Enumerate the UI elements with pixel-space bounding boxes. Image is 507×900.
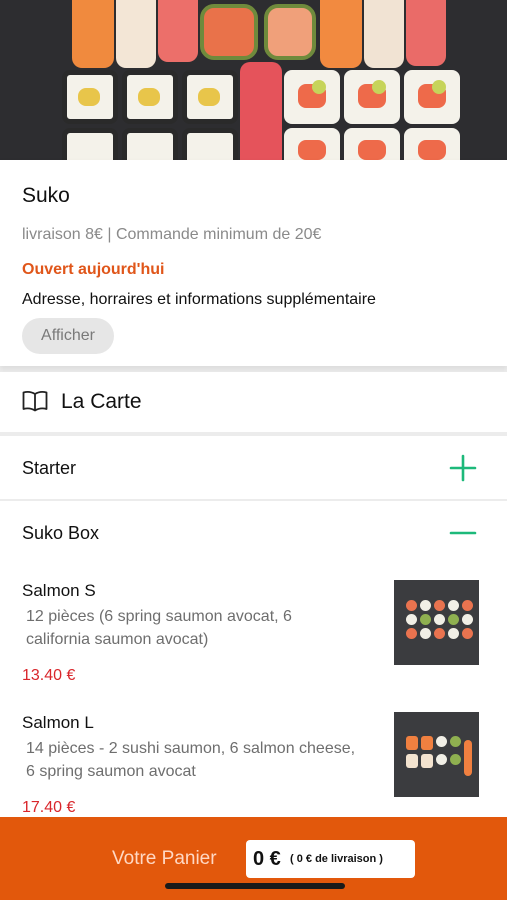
cart-label: Votre Panier — [112, 848, 217, 869]
show-info-button[interactable]: Afficher — [22, 318, 114, 354]
menu-header: La Carte — [0, 372, 507, 432]
cart-amount: 0 € — [253, 848, 281, 870]
product-item-salmon-l[interactable]: Salmon L 14 pièces - 2 sushi saumon, 6 s… — [0, 712, 507, 817]
product-description: 12 pièces (6 spring saumon avocat, 6 cal… — [26, 608, 292, 648]
product-description: 14 pièces - 2 sushi saumon, 6 salmon che… — [26, 740, 356, 780]
product-list: Salmon S 12 pièces (6 spring saumon avoc… — [0, 564, 507, 817]
cart-delivery-fee: ( 0 € de livraison ) — [290, 853, 383, 865]
product-name: Salmon L — [22, 713, 94, 732]
cart-total-box[interactable]: 0 € ( 0 € de livraison ) — [246, 840, 415, 878]
home-indicator[interactable] — [165, 883, 345, 889]
plus-icon[interactable] — [449, 454, 477, 482]
restaurant-name: Suko — [22, 184, 70, 207]
category-label: Suko Box — [22, 523, 100, 543]
product-image[interactable] — [394, 712, 479, 797]
product-item-salmon-s[interactable]: Salmon S 12 pièces (6 spring saumon avoc… — [0, 580, 507, 711]
category-label: Starter — [22, 458, 77, 478]
product-image[interactable] — [394, 580, 479, 665]
product-price: 17.40 € — [22, 799, 76, 816]
product-price: 13.40 € — [22, 667, 76, 684]
menu-header-label: La Carte — [61, 390, 142, 413]
minus-icon[interactable] — [449, 519, 477, 547]
product-name: Salmon S — [22, 581, 96, 600]
category-starter[interactable]: Starter — [0, 436, 507, 499]
delivery-info: livraison 8€ | Commande minimum de 20€ — [22, 226, 322, 243]
address-info-label: Adresse, horraires et informations suppl… — [22, 291, 376, 308]
category-suko-box[interactable]: Suko Box — [0, 501, 507, 564]
restaurant-hero-image — [0, 0, 507, 160]
book-open-icon — [22, 390, 48, 412]
restaurant-info-card: Suko livraison 8€ | Commande minimum de … — [0, 160, 507, 366]
open-status: Ouvert aujourd'hui — [22, 261, 165, 278]
